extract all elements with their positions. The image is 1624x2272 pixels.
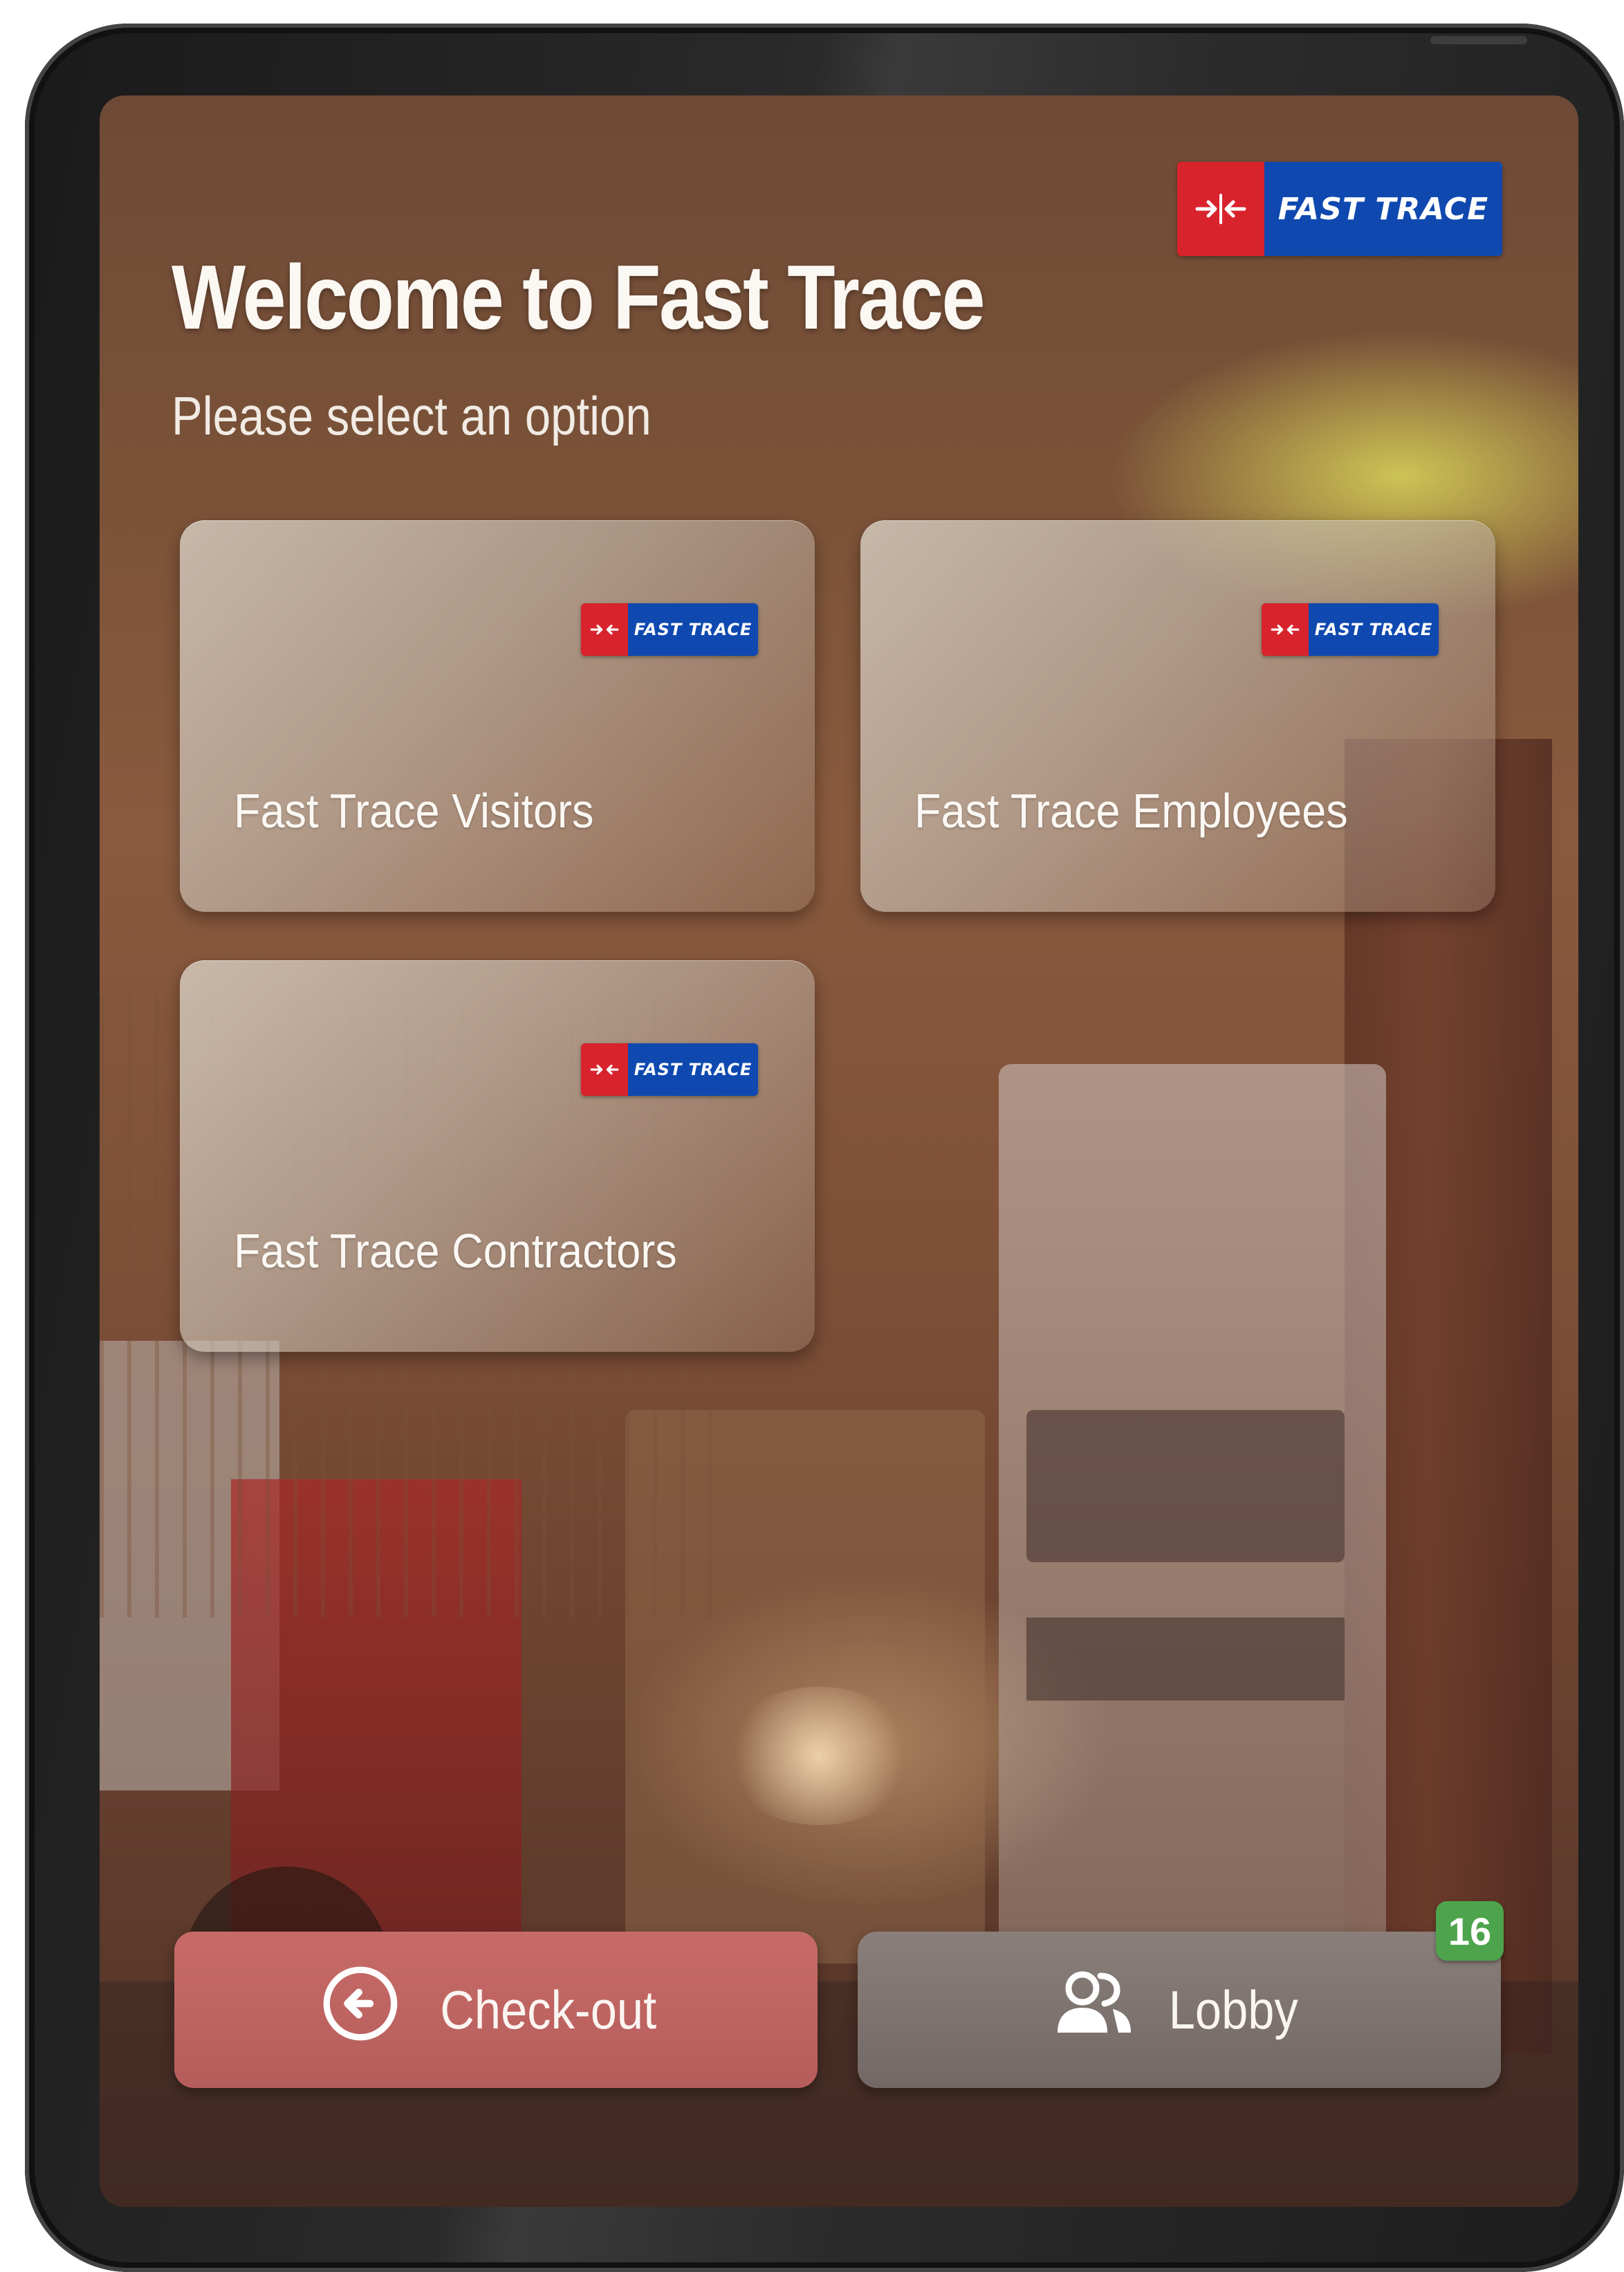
fast-trace-logo-icon [581,1043,628,1096]
headlight-glow [722,1687,916,1825]
card-logo-text: FAST TRACE [628,603,758,656]
fast-trace-logo-icon [1177,162,1264,256]
fast-trace-logo-icon [581,603,628,656]
lobby-button[interactable]: Lobby 16 [858,1901,1504,2088]
tablet-edge-highlight [1430,36,1527,44]
option-label: Fast Trace Visitors [234,784,594,838]
kiosk-screen: FAST TRACE Welcome to Fast Trace Please … [100,95,1578,2207]
option-card-visitors[interactable]: FAST TRACE Fast Trace Visitors [180,520,815,912]
truck-windshield [1026,1410,1345,1562]
card-logo-text: FAST TRACE [628,1043,758,1096]
checkout-button[interactable]: Check-out [174,1932,818,2088]
option-label: Fast Trace Contractors [234,1224,677,1278]
card-logo: FAST TRACE [581,603,758,656]
option-card-employees[interactable]: FAST TRACE Fast Trace Employees [860,520,1495,912]
card-logo: FAST TRACE [1262,603,1439,656]
fast-trace-logo-icon [1262,603,1309,656]
card-logo: FAST TRACE [581,1043,758,1096]
checkout-label: Check-out [440,1979,657,2040]
brand-logo-text: FAST TRACE [1264,162,1502,256]
lobby-count-badge: 16 [1436,1901,1504,1961]
option-label: Fast Trace Employees [914,784,1348,838]
lobby-label: Lobby [1168,1979,1298,2040]
page-title: Welcome to Fast Trace [172,246,986,348]
page-subtitle: Please select an option [172,385,652,446]
card-logo-text: FAST TRACE [1309,603,1439,656]
option-card-contractors[interactable]: FAST TRACE Fast Trace Contractors [180,960,815,1352]
arrow-left-circle-icon [320,1963,400,2057]
brand-logo: FAST TRACE [1177,162,1502,256]
truck-grille [1026,1618,1345,1701]
people-icon [1052,1969,1135,2051]
